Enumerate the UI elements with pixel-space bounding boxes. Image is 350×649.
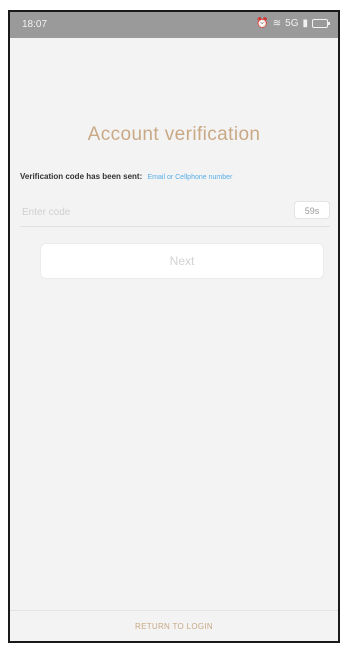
wifi-icon: ≋ (272, 18, 282, 29)
phone-screen: 18:07 ⏰ ≋ 5G ▮ Account verification Veri… (8, 10, 340, 643)
return-to-login-link[interactable]: RETURN TO LOGIN (10, 622, 338, 631)
verification-target-text: Email or Cellphone number (147, 174, 233, 181)
footer: RETURN TO LOGIN (10, 610, 338, 641)
status-bar: 18:07 ⏰ ≋ 5G ▮ (10, 12, 338, 38)
alarm-icon: ⏰ (256, 18, 269, 29)
code-input[interactable] (20, 202, 224, 222)
signal-text: 5G (285, 18, 299, 29)
code-input-row: 59s (20, 198, 330, 227)
verification-sent-row: Verification code has been sent: Email o… (20, 172, 332, 181)
battery-icon (312, 19, 330, 28)
status-icons: ⏰ ≋ 5G ▮ (256, 18, 330, 29)
next-button[interactable]: Next (40, 243, 324, 279)
page-title: Account verification (87, 124, 261, 145)
signal-icon: ▮ (302, 18, 308, 29)
resend-countdown-button[interactable]: 59s (294, 201, 330, 219)
verification-sent-label: Verification code has been sent: (20, 172, 143, 181)
status-time: 18:07 (22, 19, 48, 30)
